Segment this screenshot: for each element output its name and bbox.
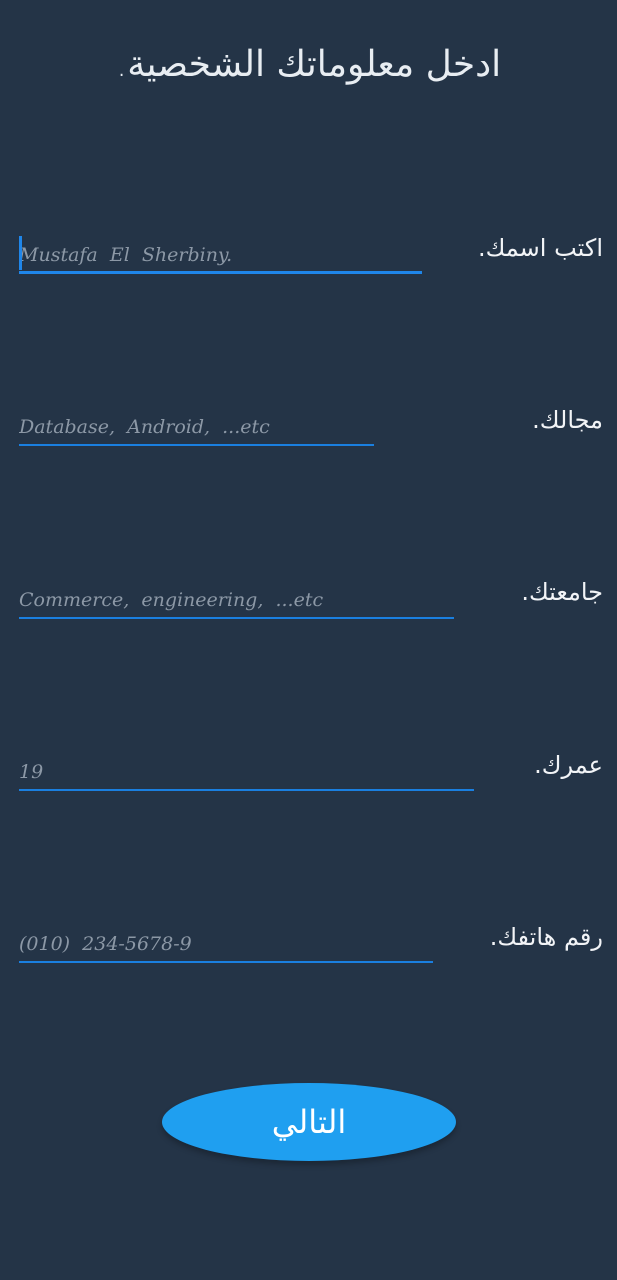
age-label: عمرك. [534, 751, 603, 779]
field-label: مجالك. [532, 406, 603, 434]
name-input[interactable] [19, 238, 422, 274]
page-title: ادخل معلوماتك الشخصية. [115, 44, 502, 85]
age-input[interactable] [19, 755, 474, 791]
name-label: اكتب اسمك. [477, 234, 603, 262]
phone-label: رقم هاتفك. [489, 923, 603, 951]
phone-input[interactable] [19, 927, 433, 963]
university-label: جامعتك. [521, 578, 603, 606]
name-input-caret [19, 236, 22, 270]
next-button[interactable]: التالي [162, 1083, 456, 1161]
university-input[interactable] [19, 583, 454, 619]
field-input[interactable] [19, 410, 374, 446]
